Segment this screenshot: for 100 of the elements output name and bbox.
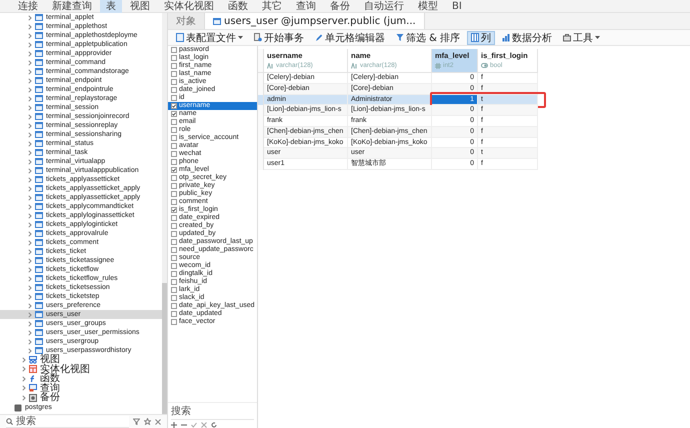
- checkbox[interactable]: [171, 191, 177, 197]
- checkbox[interactable]: [171, 55, 177, 61]
- tree-item[interactable]: 查询: [0, 384, 162, 393]
- tree-item[interactable]: 实体化视图: [0, 364, 162, 374]
- table-icon: [213, 18, 221, 24]
- toolbar-button[interactable]: 开始事务: [250, 30, 308, 44]
- checkbox[interactable]: [171, 167, 177, 173]
- table-icon: [35, 257, 43, 264]
- menu-item[interactable]: 自动运行: [358, 0, 410, 12]
- table-icon: [35, 167, 43, 174]
- checkbox[interactable]: [171, 87, 177, 93]
- checkbox[interactable]: [171, 287, 177, 293]
- table-icon: [35, 203, 43, 210]
- checkbox[interactable]: [171, 159, 177, 165]
- checkbox[interactable]: [171, 215, 177, 221]
- menu-item[interactable]: 连接: [12, 0, 44, 12]
- checkbox[interactable]: [171, 47, 177, 53]
- star-icon[interactable]: [144, 418, 151, 425]
- table-icon: [35, 158, 43, 165]
- table-icon: [35, 86, 43, 93]
- checkbox[interactable]: [171, 103, 177, 109]
- checkbox[interactable]: [171, 231, 177, 237]
- check-icon[interactable]: [191, 422, 197, 428]
- close-icon[interactable]: [201, 422, 207, 428]
- toolbar-button[interactable]: 筛选 & 排序: [392, 30, 464, 44]
- toolbar-button[interactable]: 列: [467, 30, 496, 44]
- menu-item[interactable]: 实体化视图: [158, 0, 220, 12]
- checkbox[interactable]: [171, 151, 177, 157]
- checkbox[interactable]: [171, 255, 177, 261]
- checkbox[interactable]: [171, 263, 177, 269]
- checkbox[interactable]: [171, 63, 177, 69]
- toolbar-button[interactable]: 工具: [559, 30, 604, 44]
- checkbox[interactable]: [171, 295, 177, 301]
- grid-icon: [29, 365, 37, 374]
- menu-item[interactable]: 新建查询: [46, 0, 98, 12]
- table-icon: [35, 140, 43, 147]
- table-icon: [35, 113, 43, 120]
- checkbox[interactable]: [171, 143, 177, 149]
- checkbox[interactable]: [171, 311, 177, 317]
- table-icon: [35, 338, 43, 345]
- checkbox[interactable]: [171, 247, 177, 253]
- tree-item[interactable]: 函数: [0, 374, 162, 384]
- checkbox[interactable]: [171, 95, 177, 101]
- table-icon: [35, 302, 43, 309]
- menu-item[interactable]: 查询: [290, 0, 322, 12]
- table-icon: [35, 95, 43, 102]
- glasses-icon: [29, 356, 37, 364]
- text-type-icon: [351, 62, 358, 68]
- checkbox[interactable]: [171, 119, 177, 125]
- corner-cell[interactable]: [258, 49, 264, 73]
- menu-item[interactable]: 备份: [324, 0, 356, 12]
- checkbox[interactable]: [171, 135, 177, 141]
- table-icon: [35, 50, 43, 57]
- checkbox[interactable]: [171, 175, 177, 181]
- toolbar-button[interactable]: 表配置文件: [172, 30, 247, 44]
- checkbox[interactable]: [171, 303, 177, 309]
- table-icon: [35, 149, 43, 156]
- menu-item[interactable]: 其它: [256, 0, 288, 12]
- search-field[interactable]: 搜索: [171, 403, 254, 420]
- table-icon: [35, 275, 43, 282]
- table-icon: [35, 23, 43, 30]
- checkbox[interactable]: [171, 319, 177, 325]
- table-icon: [35, 185, 43, 192]
- tree-item[interactable]: 备份: [0, 393, 162, 402]
- checkbox[interactable]: [171, 271, 177, 277]
- checkbox[interactable]: [171, 79, 177, 85]
- columns-icon: [471, 33, 480, 42]
- checkbox[interactable]: [171, 71, 177, 77]
- tab[interactable]: 对象: [168, 13, 205, 29]
- table-icon: [35, 59, 43, 66]
- table-icon: [35, 221, 43, 228]
- menu-item[interactable]: 视图: [124, 0, 156, 12]
- search-field[interactable]: 搜索: [6, 416, 129, 428]
- tab[interactable]: users_user @jumpserver.public (jum...: [205, 13, 425, 29]
- menu-item[interactable]: BI: [446, 0, 468, 12]
- toolbar-button[interactable]: 数据分析: [498, 30, 556, 44]
- table-icon: [35, 68, 43, 75]
- chart-icon: [502, 33, 510, 42]
- transaction-icon: [254, 33, 262, 42]
- table-icon: [35, 230, 43, 237]
- checkbox[interactable]: [171, 111, 177, 117]
- search-input[interactable]: 搜索: [171, 405, 254, 417]
- close-icon[interactable]: [155, 418, 161, 424]
- checkbox[interactable]: [171, 127, 177, 133]
- checkbox[interactable]: [171, 239, 177, 245]
- refresh-icon[interactable]: [211, 422, 217, 428]
- tree-item[interactable]: 视图: [0, 355, 162, 364]
- menu-item[interactable]: 表: [100, 0, 122, 12]
- filter-icon[interactable]: [133, 418, 140, 425]
- checkbox[interactable]: [171, 183, 177, 189]
- checkbox[interactable]: [171, 207, 177, 213]
- menu-item[interactable]: 模型: [412, 0, 444, 12]
- menu-item[interactable]: 函数: [222, 0, 254, 12]
- checkbox[interactable]: [171, 223, 177, 229]
- checkbox[interactable]: [171, 279, 177, 285]
- checkbox[interactable]: [171, 199, 177, 205]
- table-icon: [35, 347, 43, 354]
- minus-icon[interactable]: [181, 422, 187, 428]
- plus-icon[interactable]: [171, 422, 177, 428]
- toolbar-button[interactable]: 单元格编辑器: [311, 30, 389, 44]
